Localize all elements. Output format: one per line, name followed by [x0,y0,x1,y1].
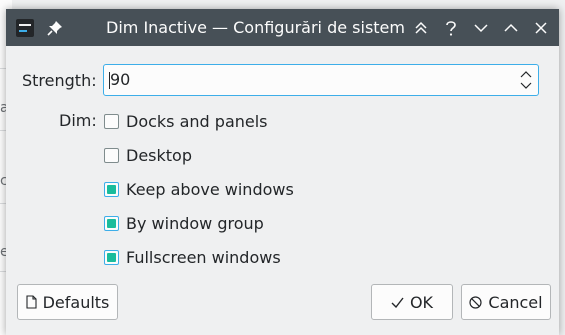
option-label: Fullscreen windows [126,247,281,267]
settings-dialog: Dim Inactive — Configurări de sistem Str… [6,9,559,335]
option-label: Keep above windows [126,179,294,199]
spin-down-icon [520,82,532,89]
minimize-icon [474,23,488,32]
checkmark-icon [391,297,404,308]
dim-label: Dim: [59,111,97,130]
pin-button[interactable] [40,9,70,46]
maximize-icon [504,23,518,32]
help-icon [446,20,456,36]
option-desktop[interactable]: Desktop [104,143,192,167]
settings-sliders-icon [16,18,34,37]
help-button[interactable] [436,9,466,46]
pin-icon [47,20,62,36]
cancel-label: Cancel [488,292,543,312]
close-button[interactable] [526,9,556,46]
ok-label: OK [409,292,434,312]
option-by-window-group[interactable]: By window group [104,211,264,235]
strength-value[interactable]: 90 [110,65,130,95]
strength-label: Strength: [22,71,97,90]
title-bar[interactable]: Dim Inactive — Configurări de sistem [6,9,559,46]
close-icon [535,21,547,34]
dialog-content: Strength: 90 Dim: Docks and panels Deskt… [6,46,559,335]
document-icon [26,295,37,309]
checkbox[interactable] [104,181,119,197]
checkbox[interactable] [104,215,119,231]
window-title: Dim Inactive — Configurări de sistem [106,18,405,37]
checkbox[interactable] [104,113,119,129]
checkbox[interactable] [104,147,119,163]
keep-above-icon [415,21,427,34]
cancel-button[interactable]: Cancel [461,284,551,320]
spin-arrows[interactable] [520,68,532,92]
strength-spinbox[interactable]: 90 [103,64,539,96]
defaults-label: Defaults [42,292,110,312]
option-fullscreen-windows[interactable]: Fullscreen windows [104,245,281,269]
defaults-button[interactable]: Defaults [17,284,118,320]
option-label: By window group [126,213,264,233]
cancel-icon [469,295,482,309]
option-label: Docks and panels [126,111,268,131]
option-label: Desktop [126,145,192,165]
maximize-button[interactable] [496,9,526,46]
window-menu-button[interactable] [10,9,40,46]
option-keep-above-windows[interactable]: Keep above windows [104,177,294,201]
spin-up-icon [520,71,532,78]
minimize-button[interactable] [466,9,496,46]
ok-button[interactable]: OK [371,284,453,320]
option-docks-and-panels[interactable]: Docks and panels [104,109,268,133]
keep-above-button[interactable] [406,9,436,46]
checkbox[interactable] [104,249,119,265]
